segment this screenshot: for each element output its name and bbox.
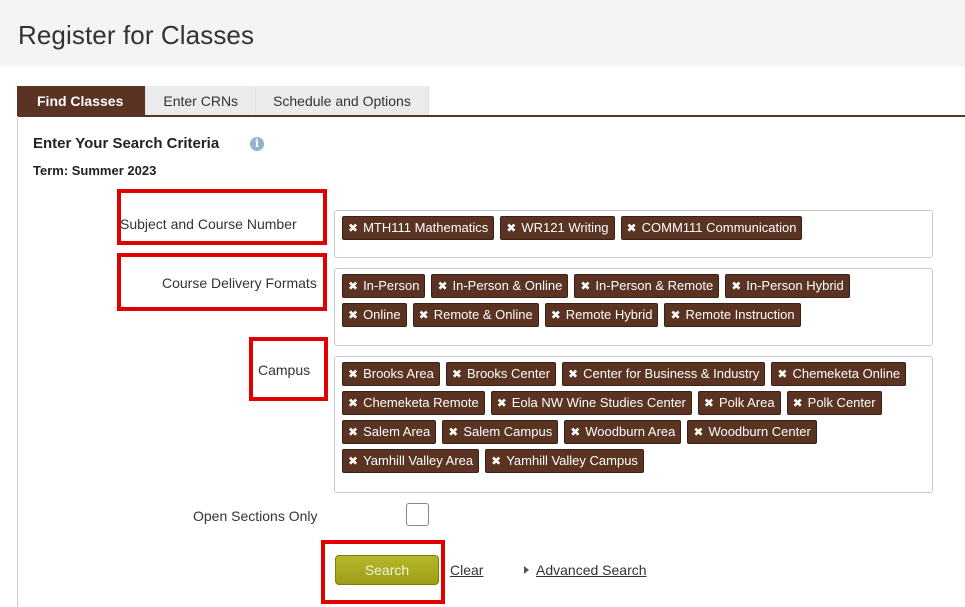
advanced-search-link[interactable]: Advanced Search bbox=[536, 562, 647, 578]
tag-label: In-Person bbox=[363, 278, 420, 293]
selected-tag: ✖ Salem Campus bbox=[442, 420, 559, 444]
selected-tag: ✖ Remote Hybrid bbox=[544, 303, 659, 327]
search-criteria-heading: Enter Your Search Criteria bbox=[33, 135, 220, 152]
page-header: Register for Classes bbox=[0, 0, 965, 66]
remove-tag-icon[interactable]: ✖ bbox=[497, 392, 507, 414]
remove-tag-icon[interactable]: ✖ bbox=[348, 363, 358, 385]
tag-label: In-Person Hybrid bbox=[746, 278, 844, 293]
selected-tag: ✖ Chemeketa Online bbox=[771, 362, 907, 386]
tab-divider bbox=[17, 115, 965, 117]
tag-label: Center for Business & Industry bbox=[583, 366, 760, 381]
tab-schedule-and-options[interactable]: Schedule and Options bbox=[256, 86, 429, 116]
delivery-format-label: Course Delivery Formats bbox=[162, 275, 317, 291]
remove-tag-icon[interactable]: ✖ bbox=[627, 217, 637, 239]
tag-label: Polk Area bbox=[718, 395, 775, 410]
selected-tag: ✖ In-Person & Remote bbox=[574, 274, 720, 298]
tag-label: Brooks Area bbox=[363, 366, 434, 381]
tag-label: Salem Campus bbox=[463, 424, 553, 439]
open-sections-label: Open Sections Only bbox=[193, 508, 318, 524]
tag-label: Chemeketa Remote bbox=[363, 395, 479, 410]
tag-label: Yamhill Valley Campus bbox=[506, 453, 638, 468]
selected-tag: ✖ WR121 Writing bbox=[500, 216, 615, 240]
tag-label: Online bbox=[363, 307, 401, 322]
selected-tag: ✖ In-Person & Online bbox=[431, 274, 569, 298]
selected-tag: ✖ Yamhill Valley Area bbox=[342, 449, 480, 473]
tag-label: Remote Hybrid bbox=[565, 307, 653, 322]
remove-tag-icon[interactable]: ✖ bbox=[437, 275, 447, 297]
remove-tag-icon[interactable]: ✖ bbox=[348, 304, 358, 326]
remove-tag-icon[interactable]: ✖ bbox=[551, 304, 561, 326]
tag-label: WR121 Writing bbox=[521, 220, 609, 235]
tab-find-classes[interactable]: Find Classes bbox=[17, 86, 147, 116]
selected-tag: ✖ Brooks Center bbox=[445, 362, 557, 386]
tag-label: In-Person & Online bbox=[452, 278, 563, 293]
delivery-format-input[interactable]: ✖ In-Person ✖ In-Person & Online ✖ In-Person … bbox=[334, 268, 933, 346]
open-sections-checkbox[interactable] bbox=[406, 503, 429, 526]
tag-label: Chemeketa Online bbox=[792, 366, 901, 381]
selected-tag: ✖ Polk Area bbox=[697, 391, 781, 415]
selected-tag: ✖ In-Person Hybrid bbox=[725, 274, 850, 298]
subject-course-input[interactable]: ✖ MTH111 Mathematics ✖ WR121 Writing ✖ COMM11… bbox=[334, 210, 933, 258]
term-label: Term: Summer 2023 bbox=[33, 163, 157, 178]
remove-tag-icon[interactable]: ✖ bbox=[704, 392, 714, 414]
tab-bar: Find Classes Enter CRNs Schedule and Opt… bbox=[17, 86, 429, 116]
remove-tag-icon[interactable]: ✖ bbox=[491, 450, 501, 472]
selected-tag: ✖ Yamhill Valley Campus bbox=[485, 449, 644, 473]
selected-tag: ✖ Online bbox=[342, 303, 407, 327]
selected-tag: ✖ Chemeketa Remote bbox=[342, 391, 485, 415]
selected-tag: ✖ MTH111 Mathematics bbox=[342, 216, 495, 240]
subject-course-label: Subject and Course Number bbox=[120, 216, 297, 232]
remove-tag-icon[interactable]: ✖ bbox=[793, 392, 803, 414]
selected-tag: ✖ Eola NW Wine Studies Center bbox=[490, 391, 692, 415]
tag-label: Remote & Online bbox=[433, 307, 533, 322]
tag-label: In-Person & Remote bbox=[595, 278, 714, 293]
selected-tag: ✖ Salem Area bbox=[342, 420, 437, 444]
remove-tag-icon[interactable]: ✖ bbox=[580, 275, 590, 297]
remove-tag-icon[interactable]: ✖ bbox=[670, 304, 680, 326]
tag-label: Remote Instruction bbox=[685, 307, 795, 322]
selected-tag: ✖ Brooks Area bbox=[342, 362, 440, 386]
remove-tag-icon[interactable]: ✖ bbox=[348, 392, 358, 414]
caret-right-icon bbox=[524, 566, 529, 574]
tag-label: COMM111 Communication bbox=[641, 220, 797, 235]
remove-tag-icon[interactable]: ✖ bbox=[777, 363, 787, 385]
selected-tag: ✖ COMM111 Communication bbox=[620, 216, 803, 240]
remove-tag-icon[interactable]: ✖ bbox=[452, 363, 462, 385]
tag-label: Polk Center bbox=[807, 395, 876, 410]
remove-tag-icon[interactable]: ✖ bbox=[348, 275, 358, 297]
campus-input[interactable]: ✖ Brooks Area ✖ Brooks Center ✖ Center for Bu… bbox=[334, 356, 933, 493]
info-icon[interactable]: i bbox=[250, 137, 264, 151]
selected-tag: ✖ Polk Center bbox=[786, 391, 882, 415]
tag-label: Salem Area bbox=[363, 424, 431, 439]
tag-label: MTH111 Mathematics bbox=[363, 220, 489, 235]
tab-enter-crns[interactable]: Enter CRNs bbox=[146, 86, 257, 116]
selected-tag: ✖ Woodburn Center bbox=[687, 420, 817, 444]
selected-tag: ✖ Center for Business & Industry bbox=[562, 362, 766, 386]
page-title: Register for Classes bbox=[18, 20, 255, 50]
clear-link[interactable]: Clear bbox=[450, 562, 483, 578]
remove-tag-icon[interactable]: ✖ bbox=[568, 363, 578, 385]
tag-label: Woodburn Center bbox=[708, 424, 811, 439]
selected-tag: ✖ Remote & Online bbox=[412, 303, 539, 327]
tag-label: Brooks Center bbox=[466, 366, 551, 381]
search-button[interactable]: Search bbox=[335, 555, 439, 585]
remove-tag-icon[interactable]: ✖ bbox=[693, 421, 703, 443]
remove-tag-icon[interactable]: ✖ bbox=[731, 275, 741, 297]
remove-tag-icon[interactable]: ✖ bbox=[570, 421, 580, 443]
remove-tag-icon[interactable]: ✖ bbox=[448, 421, 458, 443]
selected-tag: ✖ In-Person bbox=[342, 274, 426, 298]
tag-label: Woodburn Area bbox=[585, 424, 676, 439]
remove-tag-icon[interactable]: ✖ bbox=[506, 217, 516, 239]
tag-label: Eola NW Wine Studies Center bbox=[511, 395, 686, 410]
remove-tag-icon[interactable]: ✖ bbox=[348, 217, 358, 239]
remove-tag-icon[interactable]: ✖ bbox=[419, 304, 429, 326]
panel-border bbox=[17, 116, 18, 607]
selected-tag: ✖ Remote Instruction bbox=[664, 303, 801, 327]
campus-label: Campus bbox=[258, 362, 311, 378]
remove-tag-icon[interactable]: ✖ bbox=[348, 450, 358, 472]
selected-tag: ✖ Woodburn Area bbox=[564, 420, 682, 444]
remove-tag-icon[interactable]: ✖ bbox=[348, 421, 358, 443]
tag-label: Yamhill Valley Area bbox=[363, 453, 474, 468]
